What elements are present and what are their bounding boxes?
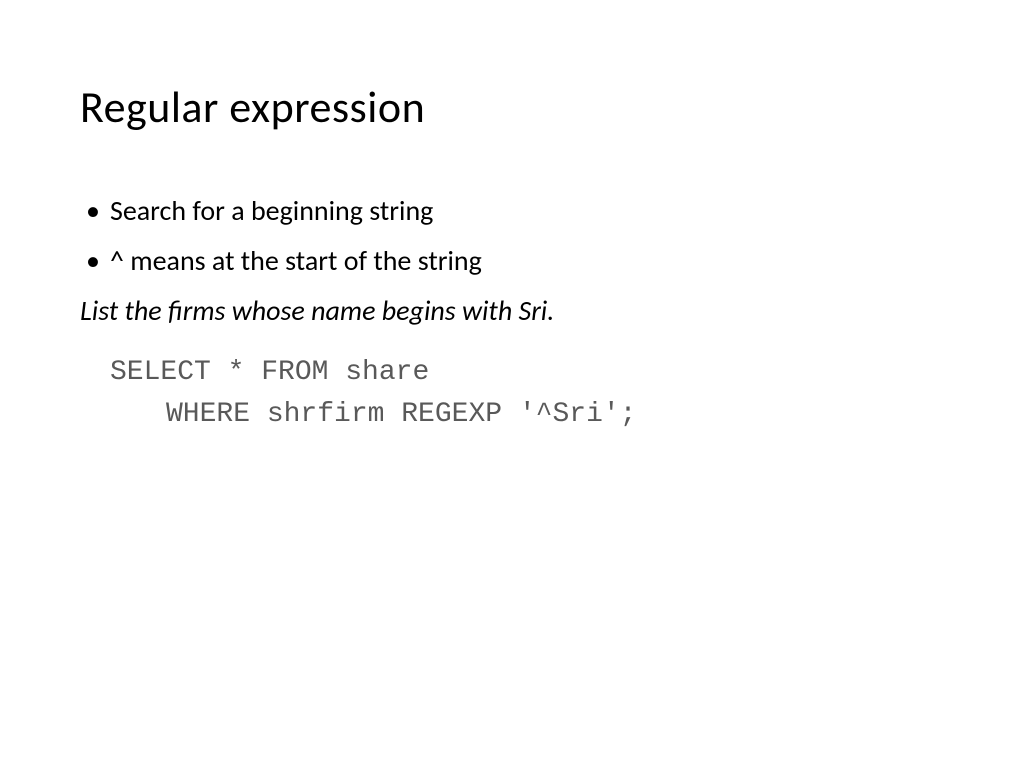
code-line: WHERE shrfirm REGEXP '^Sri';: [166, 394, 944, 436]
bullet-marker: •: [86, 190, 100, 232]
bullet-text: ^ means at the start of the string: [110, 240, 482, 282]
bullet-item: • Search for a beginning string: [80, 190, 944, 232]
bullet-item: • ^ means at the start of the string: [80, 240, 944, 282]
bullet-marker: •: [86, 240, 100, 282]
bullet-text: Search for a beginning string: [110, 190, 433, 232]
code-block: SELECT * FROM share WHERE shrfirm REGEXP…: [110, 352, 944, 436]
slide-title: Regular expression: [80, 80, 944, 134]
example-description: List the firms whose name begins with Sr…: [80, 290, 944, 332]
slide-content: • Search for a beginning string • ^ mean…: [80, 190, 944, 436]
code-line: SELECT * FROM share: [110, 352, 944, 394]
